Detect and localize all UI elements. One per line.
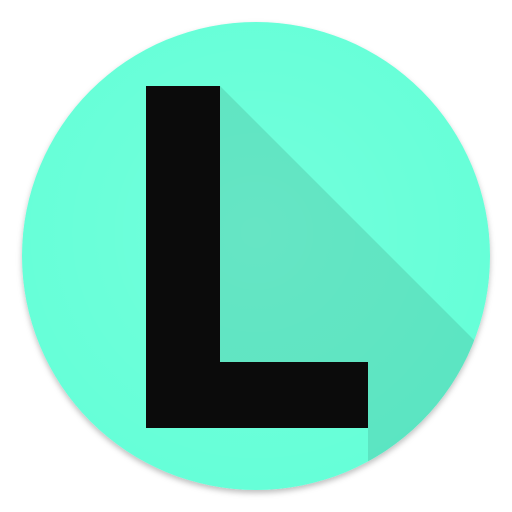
letter-l-icon [22, 22, 490, 490]
app-icon [0, 0, 512, 512]
